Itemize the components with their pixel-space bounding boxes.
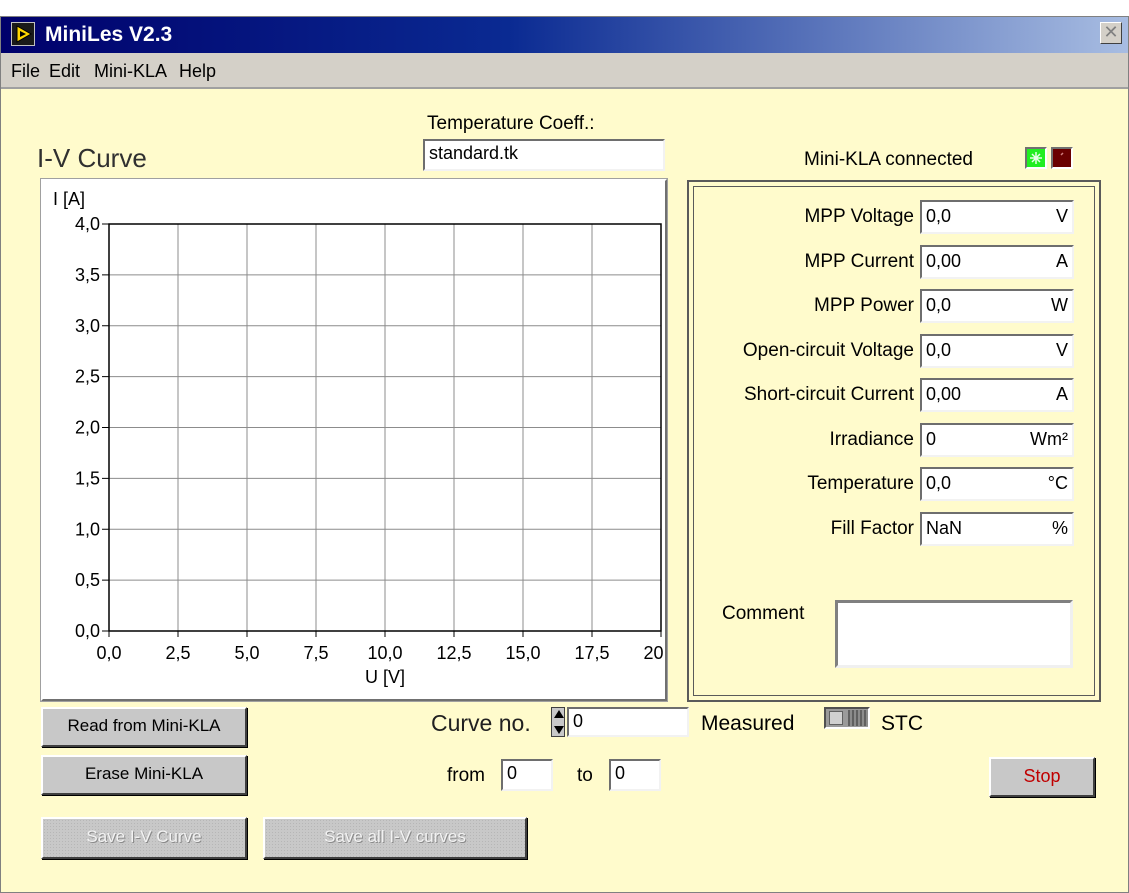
measurement-field[interactable]: 0,0 °C — [920, 467, 1074, 501]
measurement-label: MPP Power — [814, 295, 914, 316]
spin-up-icon[interactable] — [554, 710, 564, 718]
to-field[interactable]: 0 — [609, 759, 661, 791]
measurement-label: Temperature — [807, 473, 914, 494]
graph-title: I-V Curve — [37, 143, 147, 173]
app-window: MiniLes V2.3 ✕ File Edit Mini-KLA Help T… — [0, 16, 1129, 893]
x-axis-label: U [V] — [365, 667, 405, 687]
connection-label: Mini-KLA connected — [804, 149, 973, 170]
save-all-iv-curves-button[interactable]: Save all I-V curves — [263, 817, 527, 859]
y-tick-label: 1,5 — [75, 468, 100, 488]
x-tick-label: 5,0 — [234, 643, 259, 663]
y-tick-label: 1,0 — [75, 519, 100, 539]
read-from-mini-kla-button[interactable]: Read from Mini-KLA — [41, 707, 247, 747]
spin-down-icon[interactable] — [554, 726, 564, 734]
measurement-label: Short-circuit Current — [744, 384, 914, 405]
stc-label: STC — [881, 712, 923, 735]
connected-led-icon — [1025, 147, 1047, 169]
menu-edit[interactable]: Edit — [49, 61, 80, 81]
measurement-field[interactable]: 0,0 W — [920, 289, 1074, 323]
menu-mini-kla[interactable]: Mini-KLA — [94, 61, 167, 81]
from-label: from — [447, 765, 485, 786]
menu-bar: File Edit Mini-KLA Help — [1, 53, 1128, 89]
temperature-coeff-field[interactable]: standard.tk — [423, 139, 665, 171]
iv-curve-chart: 0,0 2,5 5,0 7,5 10,0 12,5 15,0 17,5 20,0 0,0 0,5 1,… — [53, 189, 665, 687]
x-tick-label: 20,0 — [643, 643, 665, 663]
measurement-field[interactable]: 0,00 A — [920, 378, 1074, 412]
y-axis-label: I [A] — [53, 189, 85, 209]
save-iv-curve-button[interactable]: Save I-V Curve — [41, 817, 247, 859]
measurement-label: Irradiance — [829, 429, 915, 450]
y-tick-label: 2,5 — [75, 367, 100, 387]
measurement-field[interactable]: 0,00 A — [920, 245, 1074, 279]
measurement-label: MPP Current — [804, 251, 914, 272]
stop-button[interactable]: Stop — [989, 757, 1095, 797]
temperature-coeff-label: Temperature Coeff.: — [427, 113, 595, 134]
title-bar[interactable]: MiniLes V2.3 ✕ — [1, 17, 1128, 53]
close-button[interactable]: ✕ — [1100, 22, 1122, 44]
x-tick-label: 12,5 — [436, 643, 471, 663]
labview-run-icon — [11, 22, 35, 46]
from-field[interactable]: 0 — [501, 759, 553, 791]
measurement-field[interactable]: 0,0 V — [920, 200, 1074, 234]
x-tick-label: 2,5 — [165, 643, 190, 663]
x-tick-label: 0,0 — [96, 643, 121, 663]
iv-curve-graph[interactable]: 0,0 2,5 5,0 7,5 10,0 12,5 15,0 17,5 20,0 0,0 0,5 1,… — [40, 178, 668, 702]
measurement-field[interactable]: 0,0 V — [920, 334, 1074, 368]
y-tick-label: 2,0 — [75, 418, 100, 438]
x-tick-label: 10,0 — [367, 643, 402, 663]
menu-help[interactable]: Help — [179, 61, 216, 81]
window-title: MiniLes V2.3 — [45, 23, 173, 46]
erase-mini-kla-button[interactable]: Erase Mini-KLA — [41, 755, 247, 795]
curve-no-field[interactable]: 0 — [567, 707, 689, 737]
y-tick-label: 0,5 — [75, 570, 100, 590]
y-tick-label: 4,0 — [75, 214, 100, 234]
comment-field[interactable] — [835, 600, 1073, 668]
curve-no-label: Curve no. — [431, 710, 531, 736]
y-tick-label: 3,0 — [75, 316, 100, 336]
measured-label: Measured — [701, 712, 795, 735]
to-label: to — [577, 765, 593, 786]
y-tick-label: 3,5 — [75, 265, 100, 285]
measurement-label: Open-circuit Voltage — [742, 340, 914, 361]
x-tick-label: 7,5 — [303, 643, 328, 663]
x-tick-label: 15,0 — [505, 643, 540, 663]
disconnected-led-icon — [1051, 147, 1073, 169]
menu-file[interactable]: File — [11, 61, 40, 81]
measurement-field[interactable]: 0 Wm² — [920, 423, 1074, 457]
y-tick-label: 0,0 — [75, 621, 100, 641]
measurement-label: Fill Factor — [830, 518, 914, 539]
measurement-field[interactable]: NaN% — [920, 512, 1074, 546]
comment-label: Comment — [722, 603, 805, 624]
measured-stc-toggle[interactable] — [824, 707, 870, 729]
x-tick-label: 17,5 — [574, 643, 609, 663]
curve-no-spinner[interactable] — [551, 707, 565, 737]
measurement-label: MPP Voltage — [804, 206, 914, 227]
